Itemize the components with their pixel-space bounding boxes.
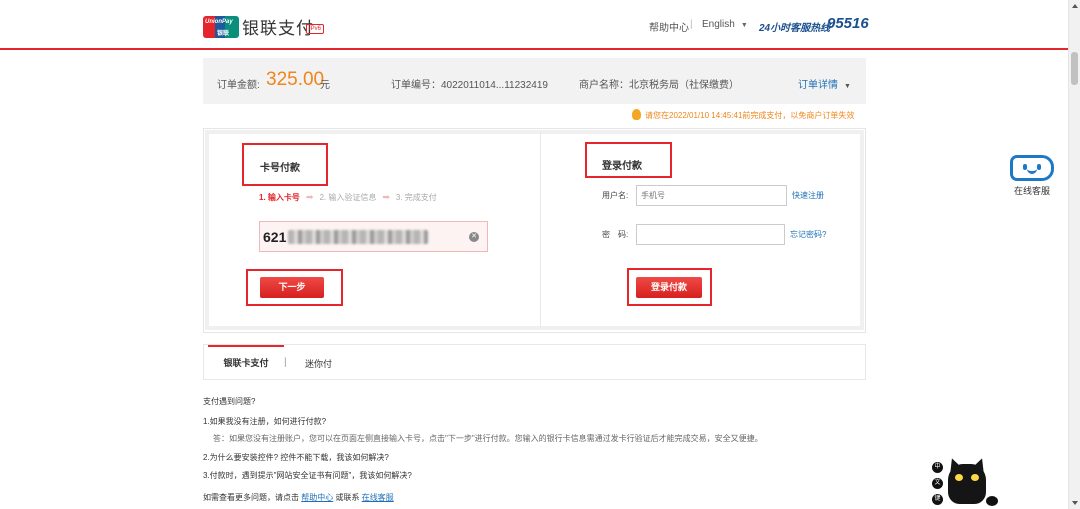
deadline-text: 请您在2022/01/10 14:45:41前完成支付，以免商户订单失效 bbox=[645, 111, 855, 120]
page-scrollbar[interactable] bbox=[1068, 0, 1080, 509]
faq-or-contact: 或联系 bbox=[335, 493, 360, 502]
order-amount: 325.00 bbox=[266, 69, 325, 90]
site-header: UnionPay 银联 银联支付 IPv6 帮助中心 | English ▼ 24… bbox=[0, 0, 1068, 50]
online-service-label: 在线客服 bbox=[1013, 186, 1050, 196]
tab-unionpay-card[interactable]: 银联卡支付 bbox=[208, 345, 284, 379]
faq-heading: 支付遇到问题? bbox=[203, 397, 256, 406]
currency-unit: 元 bbox=[320, 80, 330, 91]
mascot-badge: 文 bbox=[932, 478, 943, 489]
card-number-prefix: 621 bbox=[263, 229, 287, 245]
customer-service-face-icon bbox=[1010, 155, 1054, 181]
quick-register-link[interactable]: 快速注册 bbox=[792, 190, 824, 201]
tab-mini-pay[interactable]: 迷你付 bbox=[305, 357, 332, 370]
mascot-badge: 中 bbox=[932, 462, 943, 473]
ipv6-badge: IPv6 bbox=[306, 24, 325, 34]
username-label: 用户名: bbox=[602, 191, 629, 200]
login-pay-title: 登录付款 bbox=[602, 161, 642, 172]
faq-more-prefix: 如需查看更多问题，请点击 bbox=[203, 493, 299, 502]
payment-steps: 1. 输入卡号 ➡ 2. 输入验证信息 ➡ 3. 完成支付 bbox=[259, 192, 437, 203]
unionpay-logo: UnionPay 银联 bbox=[203, 16, 239, 38]
nav-separator: | bbox=[690, 19, 693, 30]
chevron-down-icon: ▼ bbox=[740, 22, 748, 29]
password-label: 密 码: bbox=[602, 230, 629, 239]
clear-circle-icon[interactable]: ✕ bbox=[469, 232, 479, 242]
bulb-icon bbox=[632, 109, 641, 120]
online-service-widget[interactable]: 在线客服 bbox=[1007, 152, 1057, 197]
step-verify: 2. 输入验证信息 bbox=[319, 193, 377, 202]
faq-answer-1: 答：如果您没有注册账户，您可以在页面左侧直接输入卡号，点击"下一步"进行付款。您… bbox=[213, 434, 763, 443]
mascot-badge: 键 bbox=[932, 494, 943, 505]
forgot-password-link[interactable]: 忘记密码? bbox=[790, 229, 826, 240]
language-selector[interactable]: English ▼ bbox=[702, 19, 748, 30]
order-details-label: 订单详情 bbox=[798, 80, 838, 91]
scroll-thumb[interactable] bbox=[1071, 52, 1078, 85]
hotline-label: 24小时客服热线 bbox=[759, 23, 831, 34]
merchant-name: 商户名称：北京税务局（社保缴费） bbox=[579, 80, 739, 91]
order-summary-bar: 订单金额: 325.00 元 订单编号：4022011014...1123241… bbox=[203, 58, 866, 104]
step-complete: 3. 完成支付 bbox=[395, 193, 437, 202]
card-number-masked bbox=[288, 230, 428, 244]
login-pay-button[interactable]: 登录付款 bbox=[636, 277, 702, 298]
faq-question-2[interactable]: 2.为什么要安装控件? 控件不能下载，我该如何解决? bbox=[203, 452, 389, 463]
arrow-right-icon: ➡ bbox=[305, 192, 314, 202]
help-center-link[interactable]: 帮助中心 bbox=[649, 19, 689, 34]
hotline-number: 95516 bbox=[827, 15, 869, 32]
password-input[interactable] bbox=[636, 224, 785, 245]
next-step-button[interactable]: 下一步 bbox=[260, 277, 324, 298]
username-input[interactable] bbox=[636, 185, 787, 206]
brand-name: 银联支付 bbox=[242, 19, 314, 38]
payment-method-tabs: 银联卡支付 | 迷你付 bbox=[203, 344, 866, 380]
tab-separator: | bbox=[284, 357, 287, 368]
card-pay-title: 卡号付款 bbox=[260, 163, 300, 174]
payment-deadline-notice: 请您在2022/01/10 14:45:41前完成支付，以免商户订单失效 bbox=[632, 109, 854, 121]
online-service-inline-link[interactable]: 在线客服 bbox=[362, 493, 394, 502]
chevron-down-icon: ▼ bbox=[844, 83, 851, 90]
help-center-inline-link[interactable]: 帮助中心 bbox=[301, 493, 333, 502]
language-label: English bbox=[702, 19, 735, 30]
scroll-down-icon[interactable] bbox=[1072, 501, 1078, 505]
faq-more-help: 如需查看更多问题，请点击 帮助中心 或联系 在线客服 bbox=[203, 492, 394, 503]
arrow-right-icon: ➡ bbox=[382, 192, 390, 202]
black-cat-mascot[interactable]: 中 文 键 bbox=[930, 456, 998, 509]
order-details-toggle[interactable]: 订单详情 ▼ bbox=[798, 76, 851, 91]
step-enter-card: 1. 输入卡号 bbox=[259, 193, 300, 202]
order-number: 订单编号：4022011014...11232419 bbox=[391, 80, 548, 91]
scroll-up-icon[interactable] bbox=[1072, 4, 1078, 8]
faq-question-1: 1.如果我没有注册，如何进行付款? bbox=[203, 417, 327, 426]
amount-label: 订单金额: bbox=[217, 80, 260, 91]
card-number-input[interactable]: 621 ✕ bbox=[259, 221, 488, 252]
faq-question-3[interactable]: 3.付款时，遇到提示"网站安全证书有问题"，我该如何解决? bbox=[203, 470, 412, 481]
payment-page: UnionPay 银联 银联支付 IPv6 帮助中心 | English ▼ 24… bbox=[0, 0, 1080, 509]
